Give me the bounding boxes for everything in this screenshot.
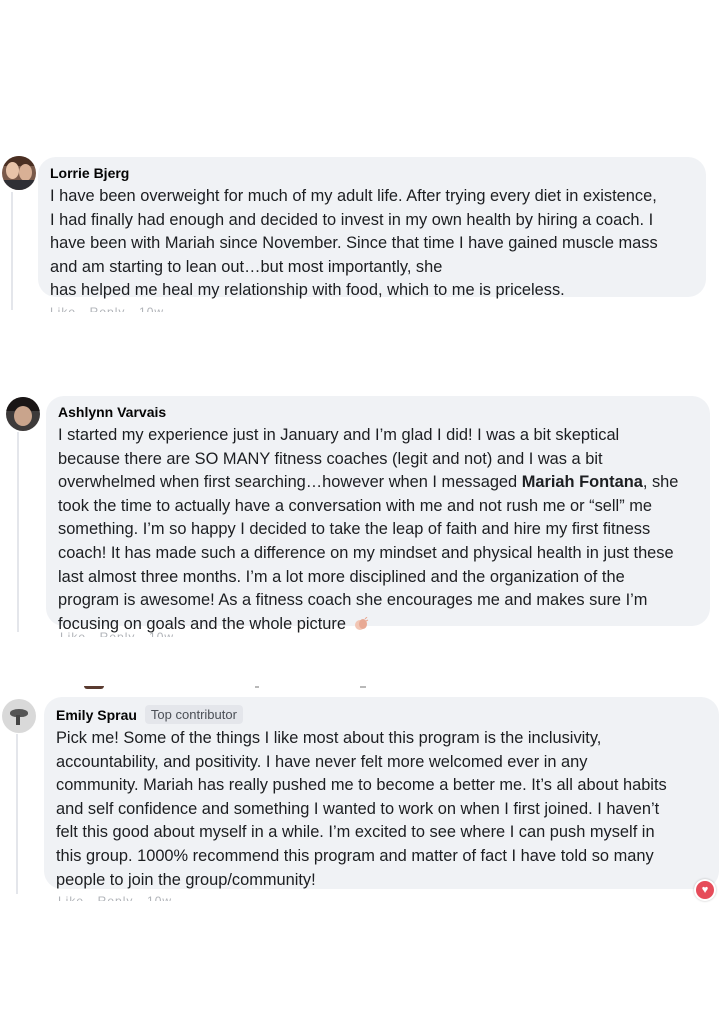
thread-line xyxy=(16,734,18,894)
comment-line: overwhelmed when first searching…however… xyxy=(58,471,696,495)
avatar[interactable] xyxy=(2,699,36,733)
comment-text: Pick me! Some of the things I like most … xyxy=(56,727,705,892)
comment-text: I started my experience just in January … xyxy=(58,424,696,636)
comment-line: I started my experience just in January … xyxy=(58,426,620,444)
comment-author[interactable]: Lorrie Bjerg xyxy=(50,165,129,181)
separator-fragment xyxy=(360,686,366,688)
comment-line: felt this good about myself in a while. … xyxy=(56,823,655,842)
comment-line: community. Mariah has really pushed me t… xyxy=(56,776,667,795)
comment-line: Pick me! Some of the things I like most … xyxy=(56,729,602,747)
comment-author[interactable]: Ashlynn Varvais xyxy=(58,404,166,420)
comment-text: I have been overweight for much of my ad… xyxy=(50,185,692,303)
comment-line: last almost three months. I’m a lot more… xyxy=(58,567,625,586)
separator-fragment xyxy=(84,686,104,689)
avatar[interactable] xyxy=(6,397,40,431)
comment-line: I have been overweight for much of my ad… xyxy=(50,187,657,205)
comment-line: coach! It has made such a difference on … xyxy=(58,543,674,562)
comment-line: people to join the group/community! xyxy=(56,870,316,889)
comment-line: program is awesome! As a fitness coach s… xyxy=(58,591,648,610)
comment-line: something. I’m so happy I decided to tak… xyxy=(58,520,651,539)
thread-line xyxy=(17,432,19,632)
comment-author[interactable]: Emily Sprau xyxy=(56,707,137,723)
comment-bubble: Lorrie Bjerg I have been overweight for … xyxy=(38,157,706,299)
comment-line-text: overwhelmed when first searching…however… xyxy=(58,473,522,492)
heart-reaction-icon[interactable]: ♥ xyxy=(694,879,716,901)
avatar[interactable] xyxy=(2,156,36,190)
comment-line: because there are SO MANY fitness coache… xyxy=(58,449,603,468)
comment-bubble: Ashlynn Varvais I started my experience … xyxy=(46,396,710,633)
separator-fragment xyxy=(255,686,259,688)
comment-actions[interactable]: Like · Reply · 10w xyxy=(58,895,172,901)
comment-actions[interactable]: Like · Reply · 10w xyxy=(60,631,174,637)
comment-line: have been with Mariah since November. Si… xyxy=(50,234,658,253)
top-contributor-badge: Top contributor xyxy=(144,705,243,724)
comment-line: and self confidence and something I want… xyxy=(56,799,660,818)
clapping-hands-icon xyxy=(354,616,368,630)
comment-line: took the time to actually have a convers… xyxy=(58,496,652,515)
comment-bubble: Emily Sprau Top contributor Pick me! Some… xyxy=(44,697,719,889)
comment-line-text: , she xyxy=(642,473,679,492)
comment-line: accountability, and positivity. I have n… xyxy=(56,752,588,771)
comment-line: has helped me heal my relationship with … xyxy=(50,281,565,300)
comment-line: I had finally had enough and decided to … xyxy=(50,210,654,229)
comment-actions[interactable]: Like · Reply · 10w xyxy=(50,306,164,312)
mention-link[interactable]: Mariah Fontana xyxy=(522,473,643,491)
thread-line xyxy=(11,192,13,310)
comment-line: this group. 1000% recommend this program… xyxy=(56,846,654,865)
comment-line: and am starting to lean out…but most imp… xyxy=(50,257,443,276)
